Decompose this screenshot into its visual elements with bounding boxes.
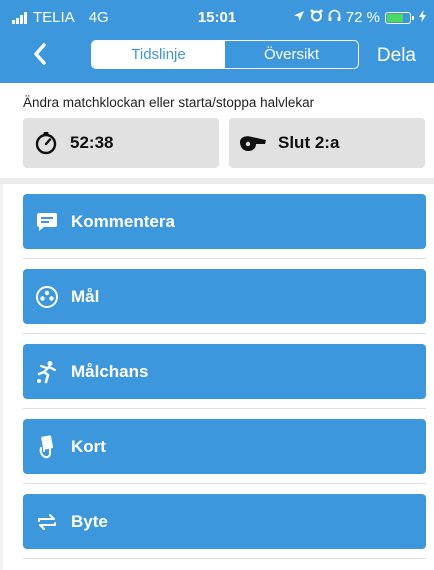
- goal-label: Mål: [71, 286, 100, 306]
- card-label: Kort: [71, 436, 106, 456]
- headphones-icon: [328, 9, 341, 26]
- battery-icon: [385, 11, 414, 24]
- chance-button[interactable]: Målchans: [23, 344, 426, 399]
- chance-label: Målchans: [71, 361, 149, 381]
- swap-icon: [35, 510, 59, 534]
- status-bar: TELIA 4G 15:01 72 %: [0, 0, 434, 36]
- whistle-icon: [238, 131, 268, 155]
- chevron-left-icon: [33, 42, 47, 70]
- comment-icon: [35, 210, 59, 234]
- kicking-player-icon: [35, 360, 59, 384]
- goal-button[interactable]: Mål: [23, 269, 426, 324]
- stopwatch-icon: [34, 131, 58, 155]
- tab-oversikt[interactable]: Översikt: [225, 41, 358, 68]
- back-button[interactable]: [28, 41, 52, 71]
- ball-icon: [35, 285, 59, 309]
- substitution-button[interactable]: Byte: [23, 494, 426, 549]
- card-hand-icon: [35, 434, 59, 459]
- charging-icon: [419, 9, 426, 26]
- action-row: Kort: [0, 409, 434, 484]
- action-row: Mål: [0, 259, 434, 334]
- substitution-label: Byte: [71, 511, 108, 531]
- navigation-header: TELIA 4G 15:01 72 % Tidslinje Översikt D…: [0, 0, 434, 83]
- card-button[interactable]: Kort: [23, 419, 426, 474]
- comment-label: Kommentera: [71, 211, 175, 231]
- status-right: 72 %: [293, 9, 426, 26]
- battery-percent: 72 %: [345, 9, 380, 26]
- period-button[interactable]: Slut 2:a: [229, 118, 425, 168]
- location-icon: [293, 9, 305, 26]
- view-segmented-control: Tidslinje Översikt: [91, 40, 359, 69]
- clock-hint: Ändra matchklockan eller starta/stoppa h…: [23, 95, 315, 110]
- action-row: Målchans: [0, 334, 434, 409]
- comment-button[interactable]: Kommentera: [23, 194, 426, 249]
- action-row: Kommentera: [0, 184, 434, 259]
- action-row: Byte: [0, 484, 434, 559]
- row-divider: [23, 558, 426, 559]
- share-button[interactable]: Dela: [377, 45, 416, 67]
- period-label: Slut 2:a: [278, 133, 340, 152]
- alarm-icon: [310, 9, 323, 26]
- tab-tidslinje[interactable]: Tidslinje: [92, 41, 225, 68]
- match-clock-button[interactable]: 52:38: [23, 118, 219, 168]
- match-clock-value: 52:38: [70, 133, 114, 152]
